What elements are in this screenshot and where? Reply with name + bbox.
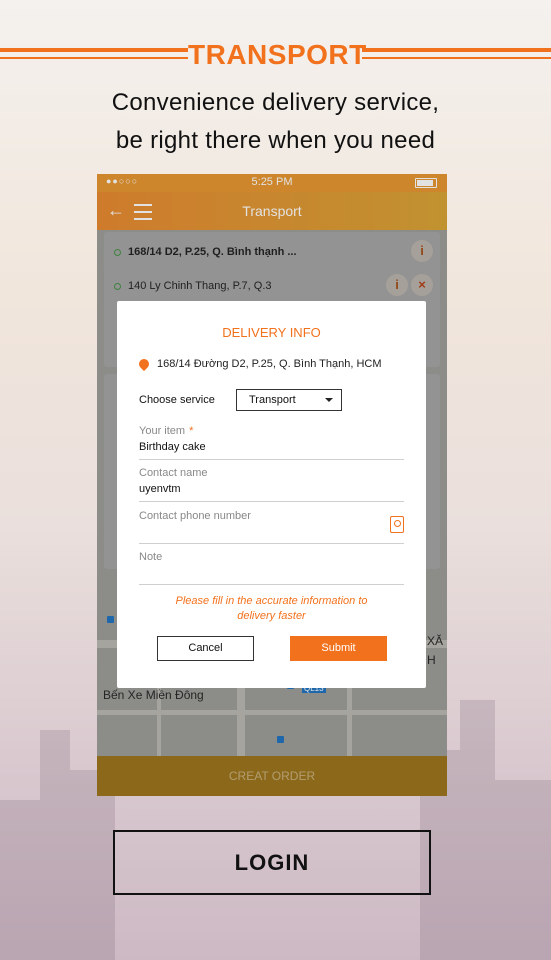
note-label: Note: [139, 551, 163, 563]
login-button[interactable]: LOGIN: [113, 830, 431, 895]
contact-name-field[interactable]: Contact name uyenvtm: [139, 467, 404, 502]
dialog-title: DELIVERY INFO: [222, 325, 321, 340]
header-title: TRANSPORT: [188, 39, 367, 70]
cancel-button[interactable]: Cancel: [157, 636, 254, 661]
service-label: Choose service: [139, 394, 215, 406]
tagline: Convenience delivery service, be right t…: [0, 84, 551, 160]
contact-phone-field[interactable]: Contact phone number: [139, 510, 404, 544]
header-line-left: [0, 48, 188, 52]
contact-phone-label: Contact phone number: [139, 510, 251, 522]
dialog-hint: Please fill in the accurate information …: [139, 594, 404, 624]
tagline-line-2: be right there when you need: [115, 127, 436, 154]
tagline-line-1: Convenience delivery service,: [111, 89, 440, 116]
contact-book-icon[interactable]: [390, 516, 404, 533]
delivery-info-dialog: DELIVERY INFO 168/14 Đường D2, P.25, Q. …: [117, 301, 426, 688]
service-select[interactable]: Transport: [236, 389, 342, 411]
note-field[interactable]: Note: [139, 551, 404, 585]
service-row: Choose service Transport: [139, 389, 409, 411]
item-field[interactable]: Your item * Birthday cake: [139, 425, 404, 460]
dropdown-caret-icon: [325, 398, 333, 402]
contact-name-label: Contact name: [139, 467, 208, 479]
required-asterisk: *: [189, 425, 194, 437]
item-label: Your item *: [139, 425, 194, 437]
dialog-address: 168/14 Đường D2, P.25, Q. Bình Thạnh, HC…: [136, 357, 382, 372]
dialog-address-text: 168/14 Đường D2, P.25, Q. Bình Thạnh, HC…: [157, 358, 382, 370]
service-select-value: Transport: [249, 394, 296, 406]
header-line-left-thin: [0, 57, 188, 59]
item-value[interactable]: Birthday cake: [139, 441, 404, 453]
header-line-right-thin: [362, 57, 551, 59]
dialog-hint-line-1: Please fill in the accurate information …: [175, 595, 368, 607]
section-header: TRANSPORT: [0, 38, 551, 72]
header-line-right: [362, 48, 551, 52]
dialog-hint-line-2: delivery faster: [237, 610, 306, 622]
submit-button[interactable]: Submit: [290, 636, 387, 661]
location-pin-icon: [136, 357, 152, 372]
contact-name-value[interactable]: uyenvtm: [139, 483, 404, 495]
